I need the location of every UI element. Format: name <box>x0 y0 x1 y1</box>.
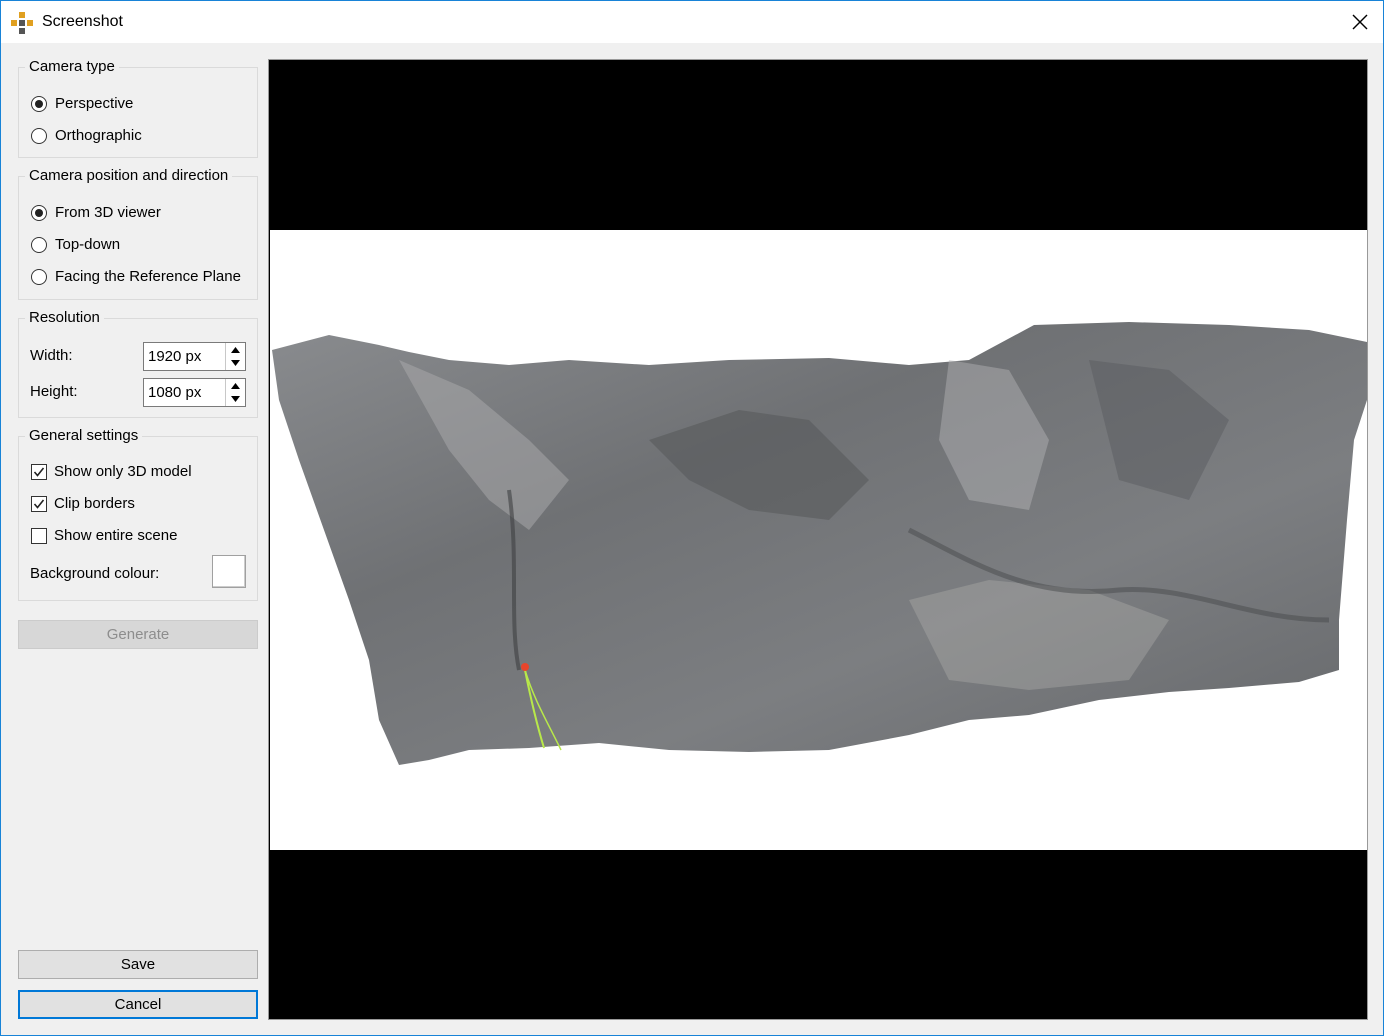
trace-marker <box>521 663 529 671</box>
radio-indicator[interactable] <box>31 268 47 285</box>
radio-indicator[interactable] <box>31 236 47 253</box>
height-spin-buttons <box>225 379 245 406</box>
top-down-label: Top-down <box>55 236 121 253</box>
camera-type-group: Camera type Perspective Orthographic <box>18 58 258 158</box>
checkbox-indicator[interactable] <box>31 495 47 512</box>
show-entire-scene-label: Show entire scene <box>54 527 178 544</box>
height-input[interactable] <box>144 379 228 406</box>
width-input[interactable] <box>144 343 228 370</box>
show-only-3d-model-label: Show only 3D model <box>54 463 192 480</box>
facing-reference-plane-label: Facing the Reference Plane <box>55 268 241 285</box>
height-label: Height: <box>30 383 78 400</box>
perspective-radio[interactable]: Perspective <box>31 95 133 112</box>
resolution-title: Resolution <box>25 309 104 327</box>
orthographic-radio[interactable]: Orthographic <box>31 127 142 144</box>
checkmark-icon <box>33 499 45 509</box>
clip-borders-label: Clip borders <box>54 495 135 512</box>
clip-borders-checkbox[interactable]: Clip borders <box>31 495 135 512</box>
show-entire-scene-checkbox[interactable]: Show entire scene <box>31 527 177 544</box>
show-only-3d-model-checkbox[interactable]: Show only 3D model <box>31 463 192 480</box>
checkbox-indicator[interactable] <box>31 463 47 480</box>
camera-position-title: Camera position and direction <box>25 167 233 185</box>
screenshot-preview <box>268 59 1368 1020</box>
spin-up-icon[interactable] <box>226 379 245 392</box>
facing-reference-plane-radio[interactable]: Facing the Reference Plane <box>31 268 241 285</box>
resolution-group: Resolution Width: Height: <box>18 309 258 418</box>
spin-down-icon[interactable] <box>226 392 245 405</box>
from-3d-viewer-label: From 3D viewer <box>55 204 161 221</box>
orthographic-label: Orthographic <box>55 127 142 144</box>
radio-indicator[interactable] <box>31 127 47 144</box>
height-spinbox[interactable] <box>143 378 246 407</box>
camera-position-group: Camera position and direction From 3D vi… <box>18 167 258 300</box>
background-colour-button[interactable] <box>212 555 246 588</box>
close-button[interactable] <box>1337 1 1383 43</box>
window-title: Screenshot <box>42 13 123 30</box>
checkbox-indicator[interactable] <box>31 527 47 544</box>
width-spinbox[interactable] <box>143 342 246 371</box>
from-3d-viewer-radio[interactable]: From 3D viewer <box>31 204 161 221</box>
general-settings-title: General settings <box>25 427 143 445</box>
checkmark-icon <box>33 467 45 477</box>
rock-model-render <box>272 322 1367 765</box>
top-down-radio[interactable]: Top-down <box>31 236 120 253</box>
camera-type-title: Camera type <box>25 58 119 76</box>
radio-indicator[interactable] <box>31 204 47 221</box>
general-settings-group: General settings Show only 3D model Clip… <box>18 427 258 601</box>
width-label: Width: <box>30 347 73 364</box>
title-bar: Screenshot <box>1 1 1383 43</box>
background-colour-label: Background colour: <box>30 565 160 582</box>
screenshot-dialog: Screenshot Camera type Perspective Ortho… <box>0 0 1384 1036</box>
spin-down-icon[interactable] <box>226 356 245 369</box>
width-spin-buttons <box>225 343 245 370</box>
radio-indicator[interactable] <box>31 95 47 112</box>
save-button[interactable]: Save <box>18 950 258 979</box>
generate-button[interactable]: Generate <box>18 620 258 649</box>
spin-up-icon[interactable] <box>226 343 245 356</box>
cancel-button[interactable]: Cancel <box>18 990 258 1019</box>
perspective-label: Perspective <box>55 95 134 112</box>
app-logo-icon <box>11 12 33 34</box>
close-icon <box>1352 14 1368 30</box>
